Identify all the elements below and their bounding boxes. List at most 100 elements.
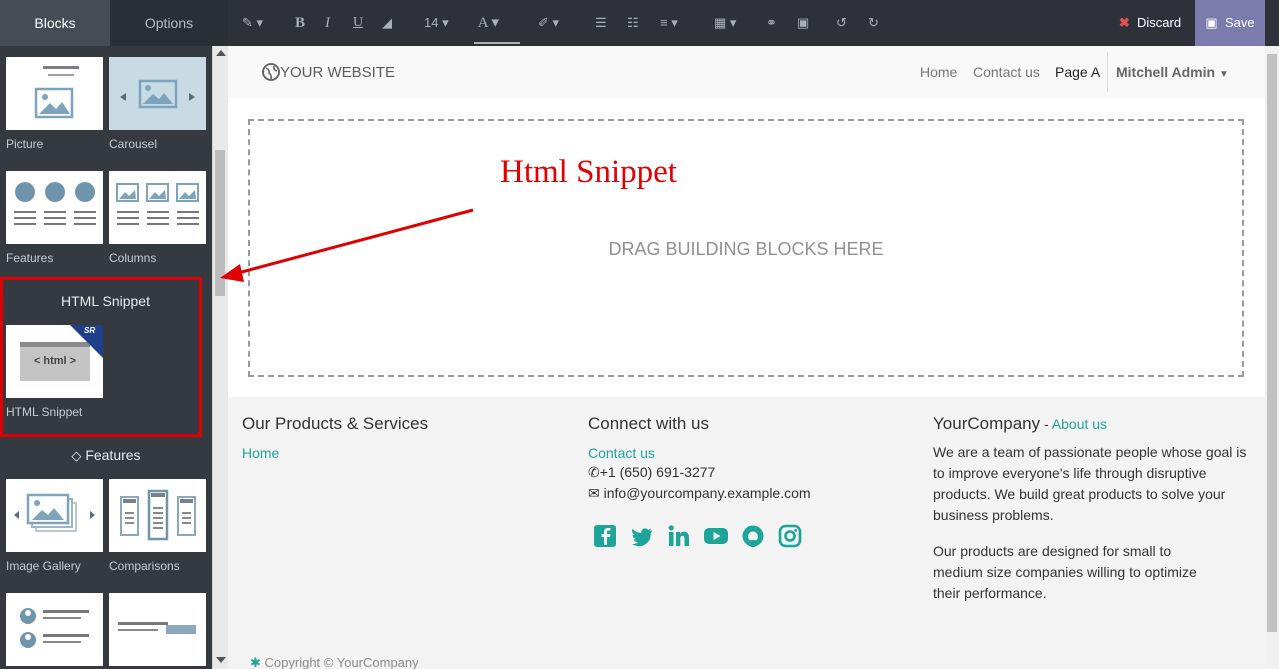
annotation-label: Html Snippet: [500, 154, 677, 190]
save-button[interactable]: ▣ Save: [1195, 0, 1265, 46]
bug-icon: ✱: [250, 655, 261, 669]
numbered-list-icon[interactable]: ☷: [627, 0, 639, 46]
carousel-thumb-icon: [120, 79, 195, 109]
image-gallery-label: Image Gallery: [6, 559, 81, 573]
discard-button[interactable]: ✖ Discard: [1106, 0, 1194, 46]
copyright: ✱ Copyright © YourCompany: [250, 655, 419, 669]
phone-text: +1 (650) 691-3277: [599, 464, 716, 480]
scroll-down-icon[interactable]: [216, 657, 226, 663]
nav-divider: [1107, 52, 1108, 92]
about-us-link[interactable]: About us: [1052, 416, 1107, 432]
globe-icon: [262, 63, 280, 81]
eraser-icon[interactable]: ◢: [382, 0, 392, 46]
blocks-list: Picture Carousel Features Columns HTML S…: [0, 46, 212, 669]
drop-zone[interactable]: DRAG BUILDING BLOCKS HERE: [248, 119, 1244, 377]
html-snippet-highlight-box: [0, 277, 202, 437]
panel-tabs: Blocks Options: [0, 0, 228, 46]
twitter-icon[interactable]: [629, 523, 655, 549]
youtube-icon[interactable]: [703, 523, 729, 549]
footer-email: ✉ info@yourcompany.example.com: [588, 483, 811, 504]
font-size-dropdown[interactable]: 14 ▾: [424, 0, 449, 46]
team-thumb-icon: [20, 608, 89, 648]
company-name: YourCompany: [933, 414, 1041, 433]
social-links: [592, 523, 803, 549]
features-section-title: ◇ Features: [0, 447, 212, 464]
underline-icon[interactable]: U: [353, 0, 363, 46]
logo-text: YOUR WEBSITE: [280, 64, 396, 81]
nav-home[interactable]: Home: [920, 64, 957, 80]
about-paragraph-1: We are a team of passionate people whose…: [933, 444, 1247, 523]
footer-contact-link[interactable]: Contact us: [588, 445, 655, 461]
site-footer: Our Products & Services Home Connect wit…: [228, 397, 1265, 669]
undo-icon[interactable]: ↺: [836, 0, 847, 46]
scroll-up-icon[interactable]: [216, 50, 226, 56]
columns-block[interactable]: [109, 171, 206, 244]
highlight-brush-icon[interactable]: ✐ ▾: [538, 0, 559, 46]
tab-options[interactable]: Options: [110, 0, 228, 46]
features-block[interactable]: [6, 171, 103, 244]
footer-company-title: YourCompany - About us: [933, 414, 1107, 434]
comparisons-thumb-icon: [120, 489, 196, 541]
font-color-icon[interactable]: A ▾: [474, 0, 520, 44]
columns-thumb-icon: [116, 183, 199, 225]
features-thumb-icon: [14, 182, 96, 225]
columns-label: Columns: [109, 251, 157, 265]
snippets-panel: Blocks Options Picture Carousel Features…: [0, 0, 228, 669]
nav-contact-us[interactable]: Contact us: [973, 64, 1040, 80]
call-to-action-thumb-icon: [118, 622, 196, 634]
envelope-icon: ✉: [588, 485, 600, 501]
nav-page-a[interactable]: Page A: [1055, 64, 1100, 80]
caret-down-icon: ▼: [1218, 69, 1229, 80]
table-icon[interactable]: ▦ ▾: [714, 0, 736, 46]
phone-icon: ✆: [588, 464, 600, 480]
facebook-icon[interactable]: [592, 523, 618, 549]
features-label: Features: [6, 251, 54, 265]
company-separator: -: [1040, 416, 1052, 432]
image-gallery-block[interactable]: [6, 479, 103, 552]
drop-zone-message: DRAG BUILDING BLOCKS HERE: [608, 239, 884, 259]
linkedin-icon[interactable]: [666, 523, 692, 549]
floppy-disk-icon: ▣: [1205, 15, 1218, 30]
page-scroll-thumb[interactable]: [1267, 54, 1277, 632]
picture-label: Picture: [6, 137, 44, 151]
footer-phone: ✆+1 (650) 691-3277: [588, 462, 715, 483]
site-navbar: YOUR WEBSITE Home Contact us Page A Mitc…: [228, 46, 1265, 98]
team-block[interactable]: [6, 593, 103, 666]
call-to-action-block[interactable]: [109, 593, 206, 666]
comparisons-block[interactable]: [109, 479, 206, 552]
picture-thumb-icon: [34, 66, 79, 119]
panel-scrollbar[interactable]: [212, 46, 228, 669]
page-scrollbar[interactable]: [1265, 46, 1279, 669]
image-icon[interactable]: ▣: [797, 0, 809, 46]
github-icon[interactable]: [740, 523, 766, 549]
user-name: Mitchell Admin: [1116, 64, 1216, 80]
email-text: info@yourcompany.example.com: [603, 485, 811, 501]
tab-blocks[interactable]: Blocks: [0, 0, 110, 46]
copyright-text: Copyright © YourCompany: [264, 655, 419, 669]
comparisons-label: Comparisons: [109, 559, 180, 573]
bold-icon[interactable]: B: [295, 0, 305, 46]
carousel-block[interactable]: [109, 57, 206, 130]
paragraph-align-icon[interactable]: ≡ ▾: [660, 0, 678, 46]
website-preview: YOUR WEBSITE Home Contact us Page A Mitc…: [228, 46, 1265, 669]
italic-icon[interactable]: I: [325, 0, 330, 46]
website-editor: Blocks Options Picture Carousel Features…: [0, 0, 1279, 669]
magic-wand-icon[interactable]: ✎ ▾: [242, 0, 263, 46]
footer-home-link[interactable]: Home: [242, 445, 279, 461]
save-label: Save: [1224, 15, 1255, 30]
bullet-list-icon[interactable]: ☰: [595, 0, 607, 46]
footer-connect-title: Connect with us: [588, 414, 709, 433]
features-section-label: Features: [85, 447, 141, 463]
image-gallery-thumb-icon: [14, 493, 95, 532]
font-size-value: 14: [424, 15, 439, 30]
panel-scroll-thumb[interactable]: [215, 150, 225, 296]
redo-icon[interactable]: ↻: [868, 0, 879, 46]
picture-block[interactable]: [6, 57, 103, 130]
user-menu[interactable]: Mitchell Admin ▼: [1116, 64, 1229, 80]
site-logo[interactable]: YOUR WEBSITE: [262, 63, 395, 81]
discard-label: Discard: [1137, 15, 1182, 30]
carousel-label: Carousel: [109, 137, 158, 151]
instagram-icon[interactable]: [777, 523, 803, 549]
link-icon[interactable]: ⚭: [766, 0, 777, 46]
close-icon: ✖: [1118, 15, 1130, 30]
